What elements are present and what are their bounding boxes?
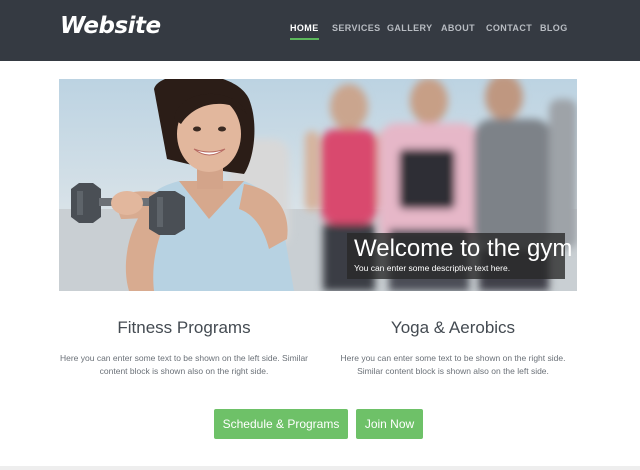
nav-home-label: HOME [290, 23, 319, 33]
nav-contact[interactable]: CONTACT [486, 23, 532, 33]
nav-blog-label: BLOG [540, 23, 568, 33]
nav-services[interactable]: SERVICES [332, 23, 381, 33]
fitness-programs-title: Fitness Programs [117, 318, 251, 337]
nav-about[interactable]: ABOUT [441, 23, 475, 33]
nav-active-indicator [290, 38, 319, 40]
site-header: Website HOME SERVICES GALLERY ABOUT CONT… [0, 0, 640, 61]
yoga-aerobics-text: Here you can enter some text to be shown… [340, 353, 566, 376]
nav-about-label: ABOUT [441, 23, 475, 33]
nav-contact-label: CONTACT [486, 23, 533, 33]
main-nav: HOME SERVICES GALLERY ABOUT CONTACT BLOG [0, 23, 640, 43]
nav-home[interactable]: HOME [290, 23, 319, 40]
hero-title: Welcome to the gym [354, 235, 573, 262]
hero-description: You can enter some descriptive text here… [354, 263, 511, 273]
nav-blog[interactable]: BLOG [540, 23, 568, 33]
nav-services-label: SERVICES [332, 23, 381, 33]
nav-gallery-label: GALLERY [387, 23, 433, 33]
join-now-button[interactable]: Join Now [356, 409, 423, 439]
schedule-programs-button[interactable]: Schedule & Programs [214, 409, 348, 439]
fitness-programs-text: Here you can enter some text to be shown… [59, 353, 309, 376]
nav-gallery[interactable]: GALLERY [387, 23, 432, 33]
hero-caption: Welcome to the gym You can enter some de… [347, 233, 572, 279]
yoga-aerobics-title: Yoga & Aerobics [390, 318, 516, 337]
footer-divider [0, 466, 640, 470]
